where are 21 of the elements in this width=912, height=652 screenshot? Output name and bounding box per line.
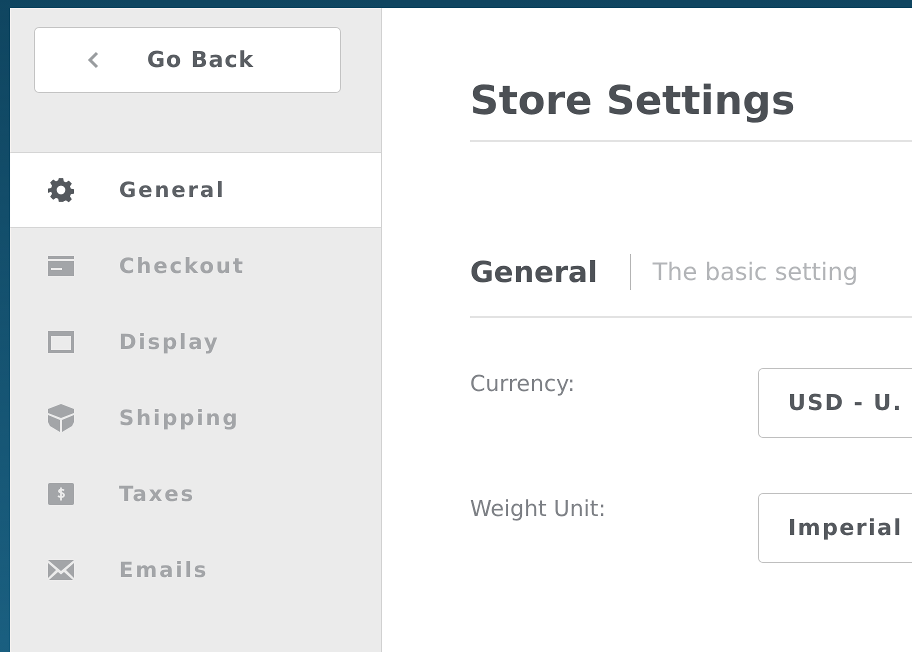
select-field[interactable]: USD - U. [758,368,912,438]
go-back-button[interactable]: Go Back [34,27,341,93]
dollar-icon [48,483,74,505]
sidebar-item[interactable]: Checkout [10,228,381,304]
section-subtitle: The basic setting [652,258,858,286]
select-field[interactable]: Imperial [758,493,912,563]
section-title: General [470,255,598,289]
cube-icon [48,404,74,432]
card-icon [48,256,74,276]
envelope-icon [48,560,74,580]
chevron-left-icon [87,51,99,69]
sidebar-item[interactable]: Display [10,304,381,380]
sidebar-item[interactable]: Shipping [10,380,381,456]
sidebar-item[interactable]: General [10,152,381,228]
field-label: Weight Unit: [470,496,607,522]
settings-icon [48,177,74,203]
page-title: Store Settings [470,78,796,126]
field-label: Currency: [470,371,576,397]
window-icon [48,331,74,353]
sidebar-item[interactable]: Taxes [10,456,381,532]
sidebar-item[interactable]: Emails [10,532,381,608]
